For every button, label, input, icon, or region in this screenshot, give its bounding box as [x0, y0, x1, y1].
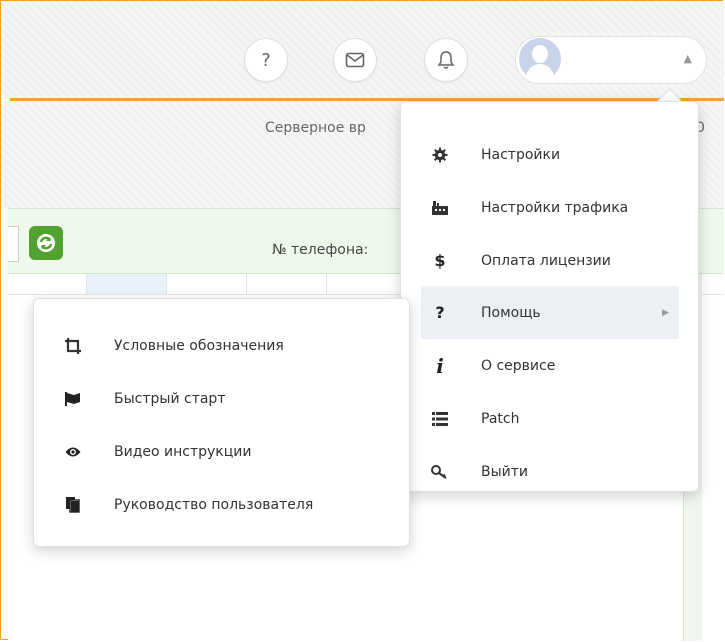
- notifications-button[interactable]: [424, 38, 468, 82]
- help-submenu: Условные обозначения Быстрый старт Видео…: [33, 298, 410, 547]
- envelope-icon: [345, 52, 365, 68]
- submenu-item-video-instructions[interactable]: Видео инструкции: [54, 425, 394, 478]
- avatar: [519, 38, 561, 80]
- user-menu-toggle[interactable]: ▲: [515, 36, 707, 84]
- menu-item-traffic-settings[interactable]: Настройки трафика: [421, 181, 679, 234]
- question-icon: ?: [435, 303, 445, 322]
- menu-item-label: Patch: [481, 410, 520, 427]
- dollar-icon: $: [434, 251, 446, 270]
- refresh-button[interactable]: [29, 226, 63, 260]
- chevron-up-icon: ▲: [683, 52, 692, 65]
- gear-icon: [431, 146, 449, 164]
- key-icon: [431, 463, 449, 481]
- submenu-item-quick-start[interactable]: Быстрый старт: [54, 372, 394, 425]
- submenu-item-label: Условные обозначения: [114, 337, 284, 354]
- menu-item-patch[interactable]: Patch: [421, 392, 679, 445]
- menu-item-label: Выйти: [481, 463, 529, 480]
- info-icon: i: [436, 353, 444, 378]
- refresh-icon: [37, 234, 55, 252]
- filter-input[interactable]: [8, 226, 19, 262]
- flag-icon: [64, 390, 82, 408]
- phone-filter-label: № телефона:: [272, 242, 369, 258]
- eye-icon: [64, 443, 82, 461]
- submenu-item-legend[interactable]: Условные обозначения: [54, 319, 394, 372]
- menu-item-about[interactable]: i О сервисе: [421, 339, 679, 392]
- submenu-item-user-guide[interactable]: Руководство пользователя: [54, 478, 394, 531]
- server-time-label: Серверное вр: [265, 120, 366, 136]
- menu-item-label: Помощь: [481, 304, 541, 321]
- menu-item-label: О сервисе: [481, 357, 556, 374]
- submenu-item-label: Видео инструкции: [114, 443, 252, 460]
- documents-icon: [64, 496, 82, 514]
- menu-item-label: Настройки: [481, 146, 561, 163]
- menu-item-help[interactable]: ? Помощь ▶: [421, 286, 679, 339]
- menu-item-settings[interactable]: Настройки: [421, 128, 679, 181]
- menu-item-logout[interactable]: Выйти: [421, 445, 679, 498]
- submenu-item-label: Быстрый старт: [114, 390, 226, 407]
- menu-item-label: Оплата лицензии: [481, 252, 611, 269]
- grid-column-highlight: [86, 274, 166, 294]
- submenu-item-label: Руководство пользователя: [114, 496, 314, 513]
- bell-icon: [437, 51, 455, 69]
- menu-item-license-payment[interactable]: $ Оплата лицензии: [421, 234, 679, 287]
- crop-icon: [64, 337, 82, 355]
- list-icon: [431, 410, 449, 428]
- menu-item-label: Настройки трафика: [481, 199, 629, 216]
- user-dropdown-menu: Настройки Настройки трафика $ Оплата лиц…: [400, 101, 699, 492]
- help-button[interactable]: ?: [244, 38, 288, 82]
- traffic-icon: [431, 199, 449, 217]
- help-icon: ?: [261, 49, 271, 71]
- chevron-right-icon: ▶: [662, 307, 669, 318]
- messages-button[interactable]: [333, 38, 377, 82]
